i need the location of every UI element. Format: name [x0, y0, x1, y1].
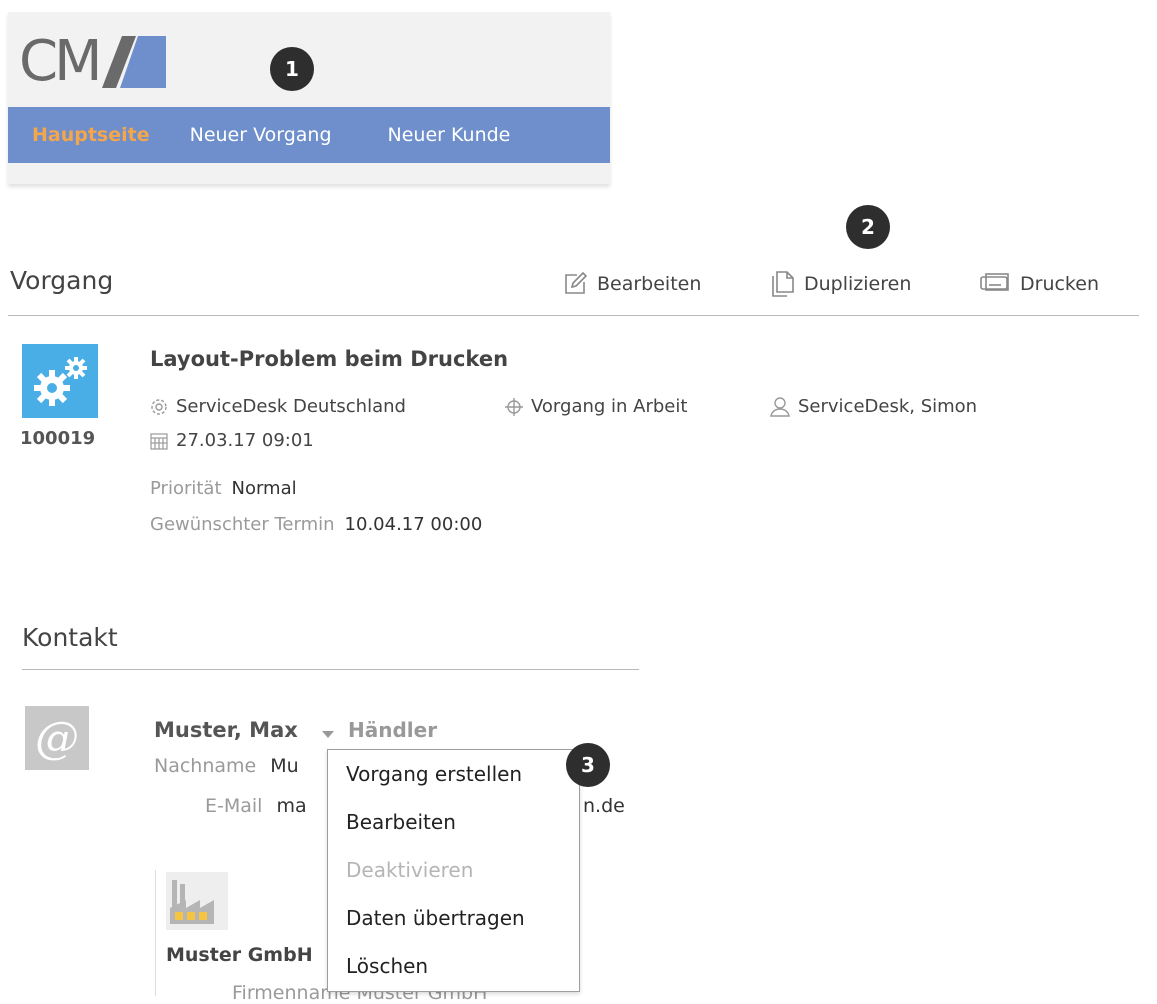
case-status: Vorgang in Arbeit: [505, 396, 687, 417]
case-assignee-label: ServiceDesk, Simon: [798, 396, 978, 417]
lastname-row: Nachname Mu: [154, 755, 299, 777]
case-assignee: ServiceDesk, Simon: [770, 396, 977, 417]
nav-item-neuer-kunde[interactable]: Neuer Kunde: [388, 124, 511, 146]
case-id: 100019: [20, 428, 96, 449]
section-title-vorgang: Vorgang: [10, 266, 114, 295]
due-date-label: Gewünschter Termin: [150, 514, 335, 535]
email-value[interactable]: ma: [277, 795, 307, 817]
priority-label: Priorität: [150, 478, 222, 499]
print-button-label: Drucken: [1020, 273, 1099, 295]
print-button[interactable]: Drucken: [980, 268, 1099, 300]
pencil-icon: [565, 272, 587, 294]
contact-role: Händler: [348, 718, 438, 742]
case-team-label: ServiceDesk Deutschland: [176, 396, 406, 417]
duplicate-icon: [772, 271, 794, 297]
gears-icon: [22, 344, 98, 418]
main-nav: Hauptseite Neuer Vorgang Neuer Kunde: [8, 107, 610, 163]
edit-button[interactable]: Bearbeiten: [563, 268, 701, 300]
case-title[interactable]: Layout-Problem beim Drucken: [150, 347, 508, 371]
email-label: E-Mail: [205, 795, 263, 817]
nav-item-hauptseite[interactable]: Hauptseite: [32, 124, 150, 146]
user-icon: [770, 396, 790, 417]
callout-1: 1: [270, 47, 314, 91]
lastname-label: Nachname: [154, 755, 257, 777]
logo-mark-icon: [102, 36, 167, 88]
case-created: 27.03.17 09:01: [150, 430, 314, 451]
contact-divider: [22, 669, 639, 670]
section-title-kontakt: Kontakt: [22, 623, 118, 652]
due-date-row: Gewünschter Termin 10.04.17 00:00: [150, 514, 482, 535]
menu-item-create-case[interactable]: Vorgang erstellen: [346, 762, 522, 786]
case-team: ServiceDesk Deutschland: [150, 396, 406, 417]
case-created-label: 27.03.17 09:01: [176, 430, 314, 451]
company-name[interactable]: Muster GmbH: [166, 944, 313, 966]
lastname-value: Mu: [270, 755, 299, 777]
calendar-icon: [150, 432, 168, 450]
edit-button-label: Bearbeiten: [597, 273, 702, 295]
section-divider: [8, 315, 1139, 316]
at-sign-icon: @: [25, 706, 89, 770]
contact-context-menu: Vorgang erstellen Bearbeiten Deaktiviere…: [327, 749, 580, 992]
callout-3: 3: [566, 743, 610, 787]
contact-name[interactable]: Muster, Max: [154, 718, 298, 742]
case-status-label: Vorgang in Arbeit: [531, 396, 688, 417]
duplicate-button[interactable]: Duplizieren: [772, 268, 911, 300]
crosshair-icon: [505, 397, 523, 416]
app-header: CM Hauptseite Neuer Vorgang Neuer Kunde: [8, 12, 610, 184]
nav-item-neuer-vorgang[interactable]: Neuer Vorgang: [190, 124, 332, 146]
priority-row: Priorität Normal: [150, 478, 297, 499]
logo-text: CM: [19, 29, 102, 94]
company-divider: [155, 870, 156, 996]
duplicate-button-label: Duplizieren: [804, 273, 912, 295]
menu-item-edit[interactable]: Bearbeiten: [346, 810, 456, 834]
email-value-end: n.de: [583, 795, 625, 817]
menu-item-delete[interactable]: Löschen: [346, 954, 428, 978]
factory-icon: [166, 872, 228, 930]
due-date-value: 10.04.17 00:00: [344, 514, 483, 535]
logo[interactable]: CM: [19, 29, 167, 94]
printer-icon: [980, 273, 1009, 291]
menu-item-transfer-data[interactable]: Daten übertragen: [346, 906, 525, 930]
chevron-down-icon[interactable]: [322, 731, 334, 738]
email-row: E-Mail ma: [205, 795, 307, 817]
callout-2: 2: [846, 205, 890, 249]
priority-value: Normal: [231, 478, 297, 499]
gear-icon: [151, 398, 167, 415]
menu-item-deactivate: Deaktivieren: [346, 858, 474, 882]
